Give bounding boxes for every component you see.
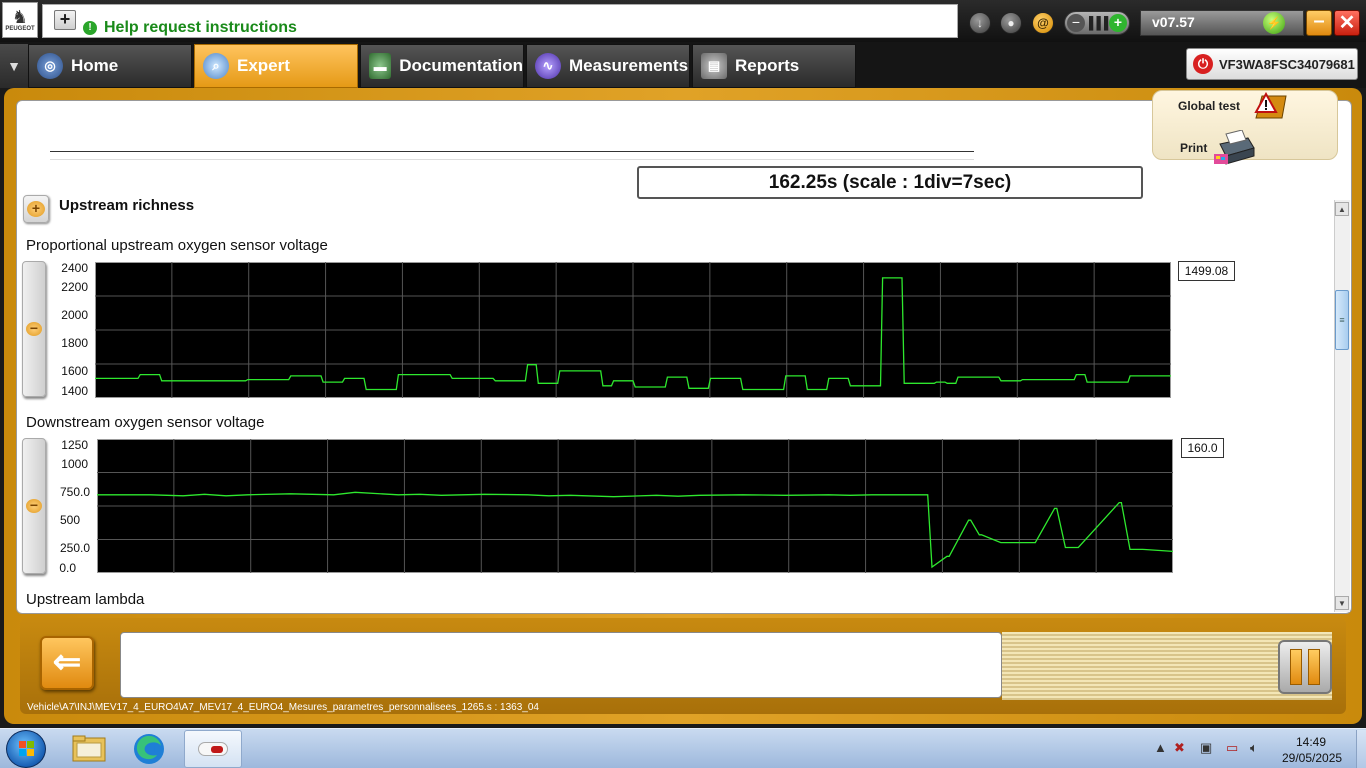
display-icon[interactable]: ▭ [1226, 740, 1238, 756]
magnifier-icon: ⌕ [203, 53, 229, 79]
y-tick-label: 2000 [61, 308, 88, 322]
scroll-thumb[interactable]: ≡ [1335, 290, 1349, 350]
chart-collapse-button[interactable]: − [22, 261, 46, 397]
lion-icon: ♞ [11, 7, 29, 27]
nav-menu-button[interactable]: ▼ [0, 44, 28, 88]
back-button[interactable]: ⇐ [40, 636, 94, 690]
windows-logo-icon [19, 741, 35, 757]
oxygen-sensor-voltage-chart [95, 262, 1171, 398]
pause-button[interactable] [1278, 640, 1332, 694]
scroll-down-button[interactable]: ▼ [1335, 596, 1349, 610]
tab-reports[interactable]: ▤ Reports [692, 44, 856, 88]
vin-label: VF3WA8FSC34079681 [1219, 56, 1355, 72]
y-tick-label: 1800 [61, 336, 88, 350]
minus-icon: − [26, 498, 42, 513]
toggle-icon [198, 742, 228, 756]
show-hidden-icons-icon[interactable]: ▲ [1154, 740, 1167, 755]
group-expand-button[interactable]: + [23, 195, 49, 223]
tab-measurements[interactable]: ∿ Measurements [526, 44, 690, 88]
version-label: v07.57 [1152, 14, 1195, 30]
y-tick-label: 1600 [61, 364, 88, 378]
vehicle-vin-button[interactable]: ⏻ VF3WA8FSC34079681 [1186, 48, 1358, 80]
tab-expert[interactable]: ⌕ Expert [194, 44, 358, 88]
minus-icon: − [26, 321, 42, 336]
brand-logo: ♞ PEUGEOT [2, 2, 38, 38]
current-value-box: 160.0 [1181, 438, 1224, 458]
tab-label: Reports [735, 56, 800, 75]
book-icon: ▬ [369, 53, 392, 79]
downstream-sensor-voltage-chart [97, 439, 1173, 573]
global-test-label[interactable]: Global test [1178, 99, 1240, 113]
usb-device-icon[interactable]: ▣ [1200, 740, 1212, 756]
show-desktop-button[interactable] [1356, 730, 1366, 768]
file-explorer-icon[interactable] [72, 734, 106, 762]
time-scale-display: 162.25s (scale : 1div=7sec) [637, 166, 1143, 199]
printer-icon[interactable] [1212, 130, 1256, 166]
y-tick-label: 250.0 [59, 541, 90, 555]
signal-strength-control[interactable]: − ▌▌▌ + [1064, 11, 1130, 35]
chart-title: Downstream oxygen sensor voltage [26, 414, 265, 431]
scroll-up-button[interactable]: ▲ [1335, 202, 1349, 216]
network-status-icon[interactable]: ✖ [1174, 740, 1185, 756]
y-tick-label: 750.0 [59, 485, 90, 499]
report-icon: ▤ [701, 53, 727, 79]
home-icon: ◎ [37, 53, 63, 79]
info-icon: ! [83, 21, 97, 35]
vertical-scrollbar[interactable] [1334, 200, 1350, 612]
minus-icon[interactable]: − [1067, 14, 1085, 32]
chart-title: Upstream lambda [26, 591, 145, 608]
pause-icon [1308, 649, 1320, 685]
message-box [120, 632, 1002, 698]
brand-name: PEUGEOT [5, 26, 35, 32]
connection-status-icon[interactable]: ⚡ [1263, 12, 1285, 34]
plus-icon: + [27, 201, 45, 217]
close-button[interactable]: ✕ [1334, 10, 1360, 36]
plus-icon[interactable]: + [1109, 14, 1127, 32]
download-icon[interactable]: ↓ [969, 12, 991, 34]
tab-label: Expert [237, 56, 290, 75]
tab-label: Home [71, 56, 119, 75]
start-button[interactable] [6, 730, 46, 768]
help-request-link[interactable]: Help request instructions [104, 19, 297, 37]
print-label[interactable]: Print [1180, 141, 1207, 155]
y-tick-label: 0.0 [59, 561, 76, 575]
help-add-button[interactable]: + [54, 10, 76, 30]
chart-title: Proportional upstream oxygen sensor volt… [26, 237, 328, 254]
y-tick-label: 2400 [61, 261, 88, 275]
tab-label: Documentation [399, 56, 523, 75]
current-value-box: 1499.08 [1178, 261, 1235, 281]
minimize-button[interactable]: – [1306, 10, 1332, 36]
file-path: Vehicle\A7\INJ\MEV17_4_EURO4\A7_MEV17_4_… [27, 702, 539, 713]
y-tick-label: 2200 [61, 280, 88, 294]
tab-label: Measurements [569, 56, 689, 75]
chart-collapse-button[interactable]: − [22, 438, 46, 574]
diagnostic-app-taskbar-button[interactable] [184, 730, 242, 768]
warning-icon[interactable] [1252, 92, 1288, 122]
power-icon: ⏻ [1193, 54, 1213, 74]
y-tick-label: 1000 [61, 457, 88, 471]
clock-time[interactable]: 14:49 [1296, 735, 1326, 749]
clock-date[interactable]: 29/05/2025 [1282, 751, 1342, 765]
divider [50, 159, 974, 160]
pause-icon [1290, 649, 1302, 685]
y-tick-label: 1400 [61, 384, 88, 398]
waveform-icon: ∿ [535, 53, 561, 79]
y-tick-label: 500 [59, 513, 80, 527]
email-icon[interactable]: @ [1032, 12, 1054, 34]
divider [50, 151, 974, 152]
tab-documentation[interactable]: ▬ Documentation [360, 44, 524, 88]
y-tick-label: 1250 [61, 438, 88, 452]
group-title: Upstream richness [59, 197, 195, 214]
tab-home[interactable]: ◎ Home [28, 44, 192, 88]
edge-browser-icon[interactable] [132, 732, 166, 766]
volume-icon[interactable]: 🔈︎ [1250, 740, 1258, 756]
user-icon[interactable]: ● [1000, 12, 1022, 34]
